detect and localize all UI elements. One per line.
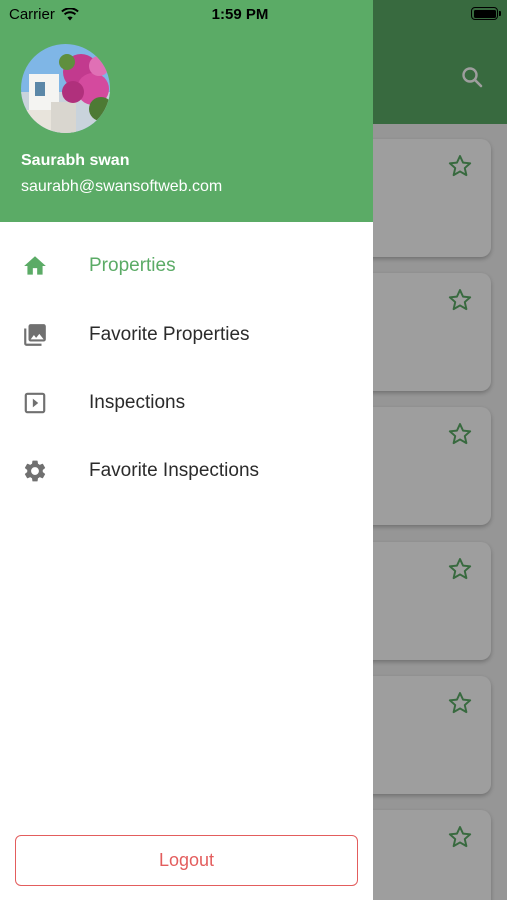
navigation-drawer: Saurabh swan saurabh@swansoftweb.com Pro… (0, 0, 373, 900)
avatar[interactable] (21, 44, 110, 133)
menu-item-label: Favorite Inspections (89, 460, 260, 481)
menu-item-inspections[interactable]: Inspections (0, 372, 373, 434)
home-icon (21, 252, 49, 280)
photo-library-icon (21, 321, 49, 349)
user-name: Saurabh swan (21, 152, 130, 169)
status-bar: Carrier 1:59 PM (0, 0, 507, 30)
user-email: saurabh@swansoftweb.com (21, 178, 223, 195)
menu-item-favorite-inspections[interactable]: Favorite Inspections (0, 440, 373, 502)
drawer-header: Saurabh swan saurabh@swansoftweb.com (0, 0, 373, 222)
menu-item-label: Inspections (89, 392, 186, 413)
clock: 1:59 PM (211, 6, 269, 23)
play-box-icon (21, 389, 49, 417)
logout-button[interactable]: Logout (15, 835, 358, 886)
battery-icon (471, 7, 501, 20)
menu-item-label: Favorite Properties (89, 324, 250, 345)
menu-item-favorite-properties[interactable]: Favorite Properties (0, 304, 373, 366)
menu-item-properties[interactable]: Properties (0, 235, 373, 297)
gear-icon (21, 457, 49, 485)
menu-item-label: Properties (89, 255, 176, 276)
